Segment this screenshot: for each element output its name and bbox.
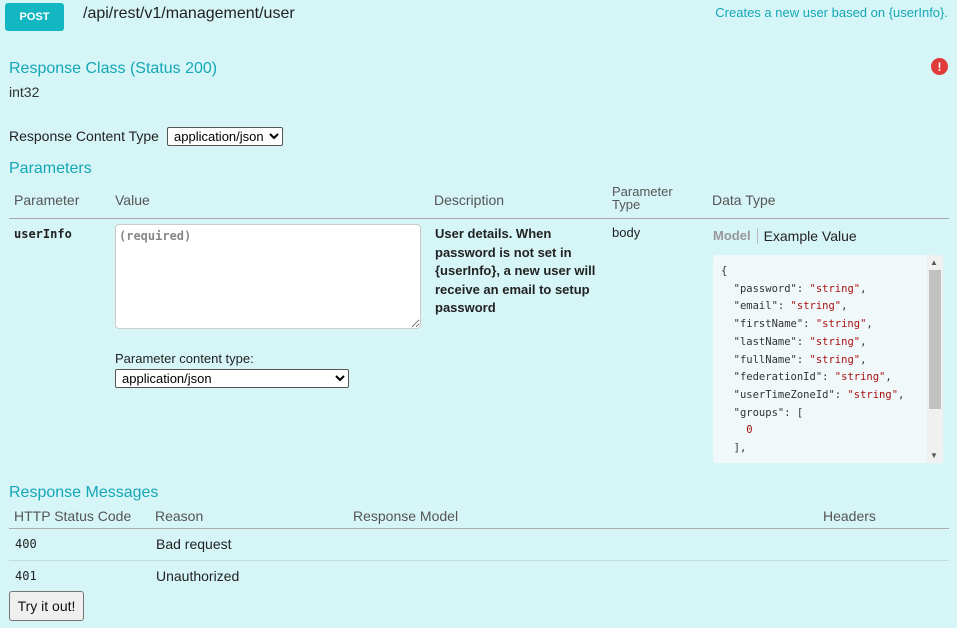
example-code-line: { <box>721 265 728 277</box>
resp-header-model: Response Model <box>353 508 459 524</box>
example-code-line: "groups": [ <box>721 406 804 419</box>
example-code-line: "email": "string", <box>721 300 848 313</box>
param-header-data-type: Data Type <box>712 192 776 208</box>
endpoint-path[interactable]: /api/rest/v1/management/user <box>83 5 295 23</box>
scroll-up-icon[interactable]: ▲ <box>930 258 938 267</box>
resp-header-divider <box>9 528 949 529</box>
param-header-description: Description <box>434 192 505 208</box>
example-code-line: "userTimeZoneId": "string", <box>721 388 905 401</box>
example-value-box[interactable]: { "password": "string", "email": "string… <box>713 255 943 463</box>
param-value-input[interactable] <box>115 224 421 329</box>
data-type-tabs: Model Example Value <box>712 228 857 244</box>
tab-model[interactable]: Model <box>712 228 758 244</box>
response-messages-title: Response Messages <box>9 484 159 501</box>
param-header-parameter-type-line2: Type <box>612 197 641 212</box>
param-content-type-select[interactable]: application/json <box>115 369 349 388</box>
operation-summary[interactable]: Creates a new user based on {userInfo}. <box>715 5 948 20</box>
example-code-line: "lastName": "string", <box>721 335 867 348</box>
resp-row-divider <box>9 560 949 561</box>
param-name: userInfo <box>14 227 72 241</box>
example-code-line: "password": "string", <box>721 282 867 295</box>
example-value-code: { "password": "string", "email": "string… <box>721 263 926 458</box>
example-code-line: "fullName": "string", <box>721 353 867 366</box>
response-content-type-select[interactable]: application/json <box>167 127 283 146</box>
response-class-type: int32 <box>9 84 40 100</box>
param-header-divider <box>9 218 949 219</box>
resp-header-reason: Reason <box>155 508 204 524</box>
resp-reason-400: Bad request <box>156 536 232 552</box>
param-type: body <box>612 225 641 240</box>
example-code-line: ], <box>721 442 747 455</box>
param-content-type-label: Parameter content type: <box>115 351 254 366</box>
param-description: User details. When password is not set i… <box>435 226 596 315</box>
resp-code-401: 401 <box>15 569 37 583</box>
example-code-line: "federationId": "string", <box>721 371 892 384</box>
param-header-parameter: Parameter <box>14 192 80 208</box>
resp-header-headers: Headers <box>823 508 876 524</box>
param-header-parameter-type: Parameter Type <box>612 185 673 211</box>
scroll-down-icon[interactable]: ▼ <box>930 451 938 460</box>
param-header-value: Value <box>115 192 150 208</box>
resp-header-status-code: HTTP Status Code <box>14 508 132 524</box>
error-circle-icon[interactable]: ! <box>931 58 948 75</box>
example-code-line: "firstName": "string", <box>721 318 873 331</box>
response-class-title: Response Class (Status 200) <box>9 60 218 77</box>
parameters-title: Parameters <box>9 160 92 177</box>
scroll-thumb[interactable] <box>929 270 941 409</box>
try-it-out-button[interactable]: Try it out! <box>9 591 84 621</box>
http-method-badge[interactable]: POST <box>5 3 64 31</box>
tab-example-value[interactable]: Example Value <box>758 228 857 244</box>
resp-reason-401: Unauthorized <box>156 568 240 584</box>
example-code-line: 0 <box>721 424 753 437</box>
response-content-type-label: Response Content Type <box>9 128 159 144</box>
resp-code-400: 400 <box>15 537 37 551</box>
